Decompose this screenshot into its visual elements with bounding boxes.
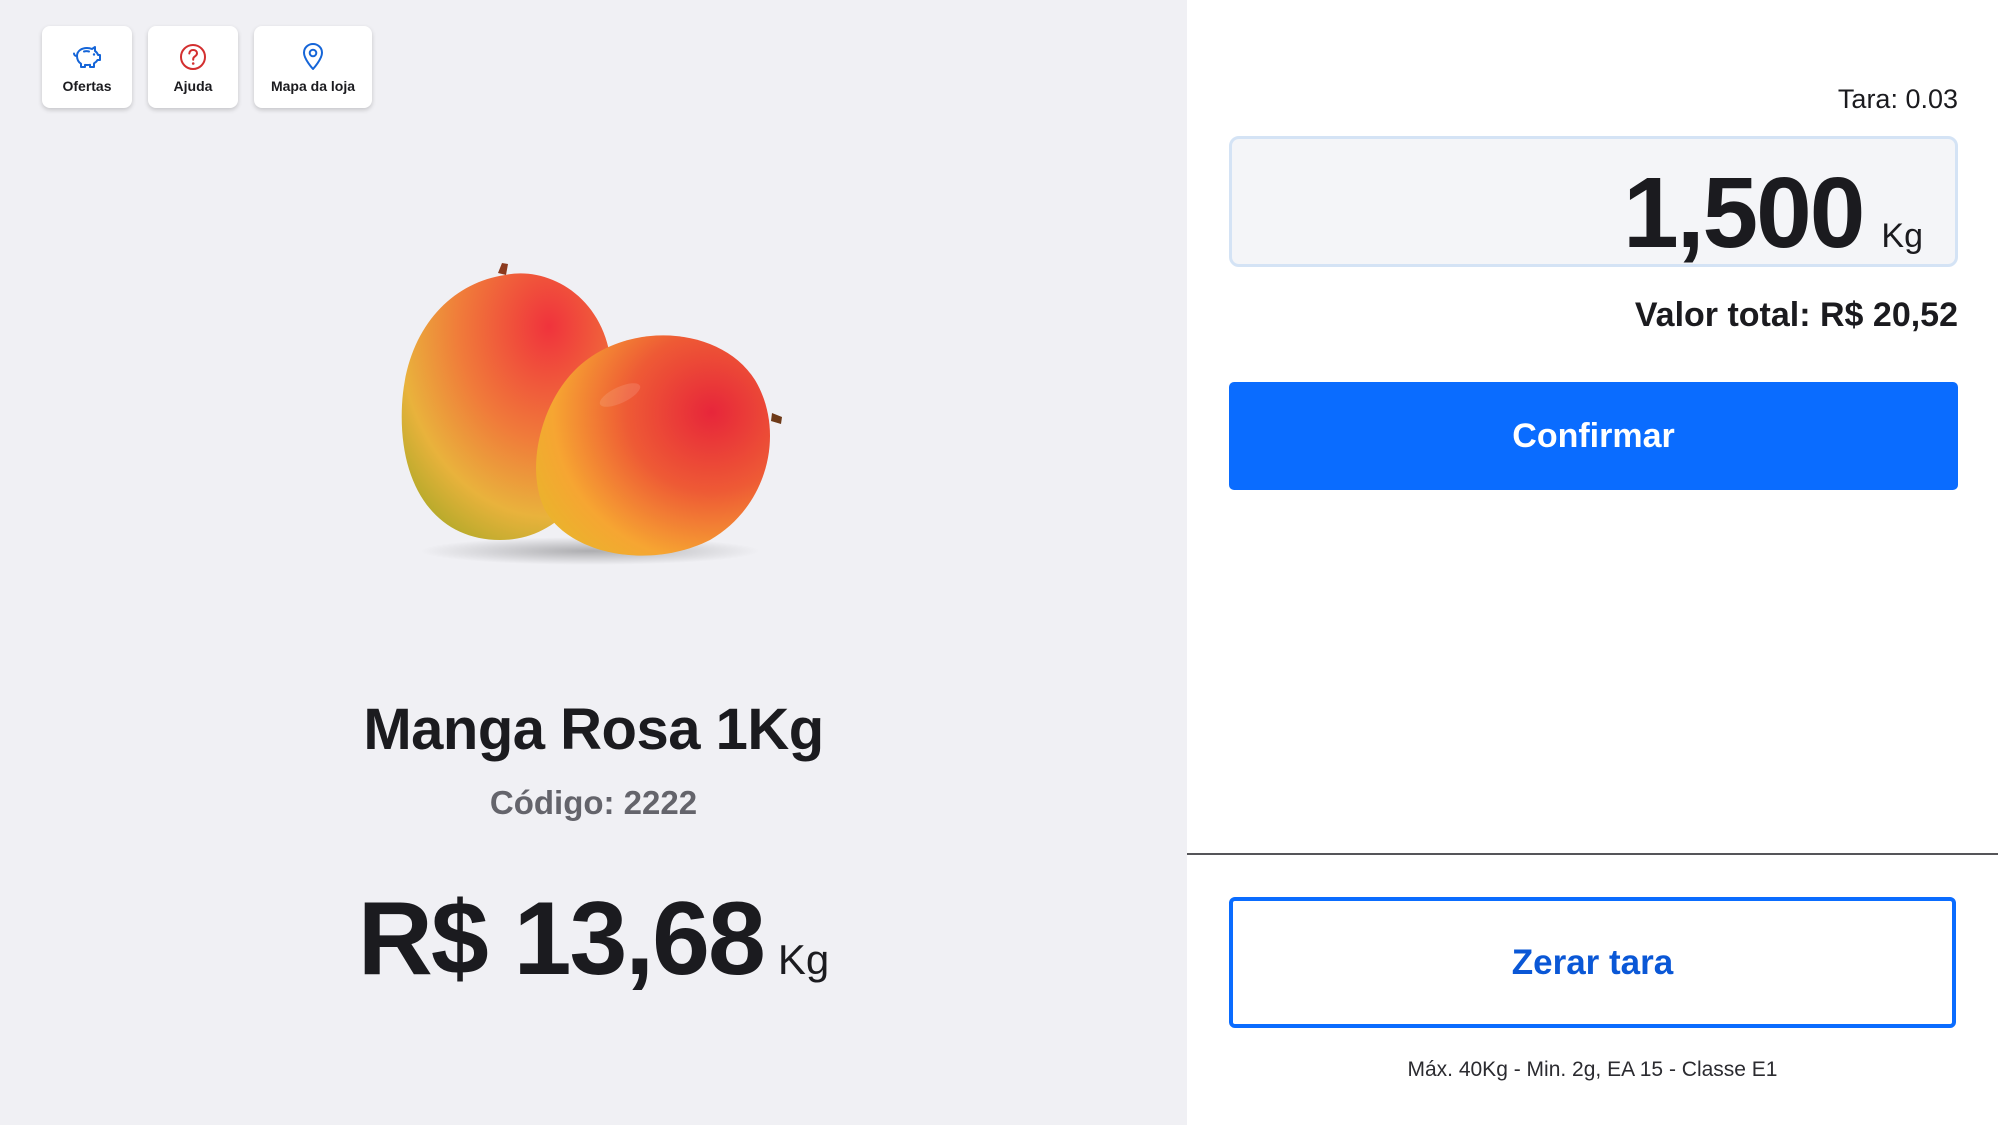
product-panel: Ofertas Ajuda Mapa da loja Manga Rosa 1K… xyxy=(0,0,1187,1125)
ofertas-label: Ofertas xyxy=(62,78,112,94)
shortcut-bar: Ofertas Ajuda Mapa da loja xyxy=(42,26,372,108)
zero-tare-button[interactable]: Zerar tara xyxy=(1229,897,1956,1028)
price-value: R$ 13,68 xyxy=(357,881,766,997)
question-circle-icon xyxy=(180,44,206,70)
scale-spec-text: Máx. 40Kg - Min. 2g, EA 15 - Classe E1 xyxy=(1407,1058,1778,1081)
tara-label: Tara: 0.03 xyxy=(1837,84,1958,114)
confirm-button[interactable]: Confirmar xyxy=(1229,382,1958,490)
product-name: Manga Rosa 1Kg xyxy=(363,697,824,762)
ofertas-button[interactable]: Ofertas xyxy=(42,26,132,108)
total-value: Valor total: R$ 20,52 xyxy=(1634,296,1958,334)
weight-value: 1,500 xyxy=(1623,157,1865,269)
scale-panel: Tara: 0.03 1,500 Kg Valor total: R$ 20,52… xyxy=(1187,0,2000,1125)
price-unit: Kg xyxy=(777,936,830,983)
weight-display: 1,500 Kg xyxy=(1229,136,1958,269)
mango-image xyxy=(401,263,782,565)
ajuda-button[interactable]: Ajuda xyxy=(148,26,238,108)
ajuda-label: Ajuda xyxy=(173,78,213,94)
map-pin-icon xyxy=(303,43,323,70)
product-code: Código: 2222 xyxy=(489,784,698,821)
divider xyxy=(1187,853,1998,855)
price-per-kg: R$ 13,68 Kg xyxy=(0,880,1187,999)
mapa-da-loja-label: Mapa da loja xyxy=(270,78,356,94)
mapa-da-loja-button[interactable]: Mapa da loja xyxy=(254,26,372,108)
piggy-bank-icon xyxy=(73,46,101,68)
weight-unit: Kg xyxy=(1881,217,1923,255)
